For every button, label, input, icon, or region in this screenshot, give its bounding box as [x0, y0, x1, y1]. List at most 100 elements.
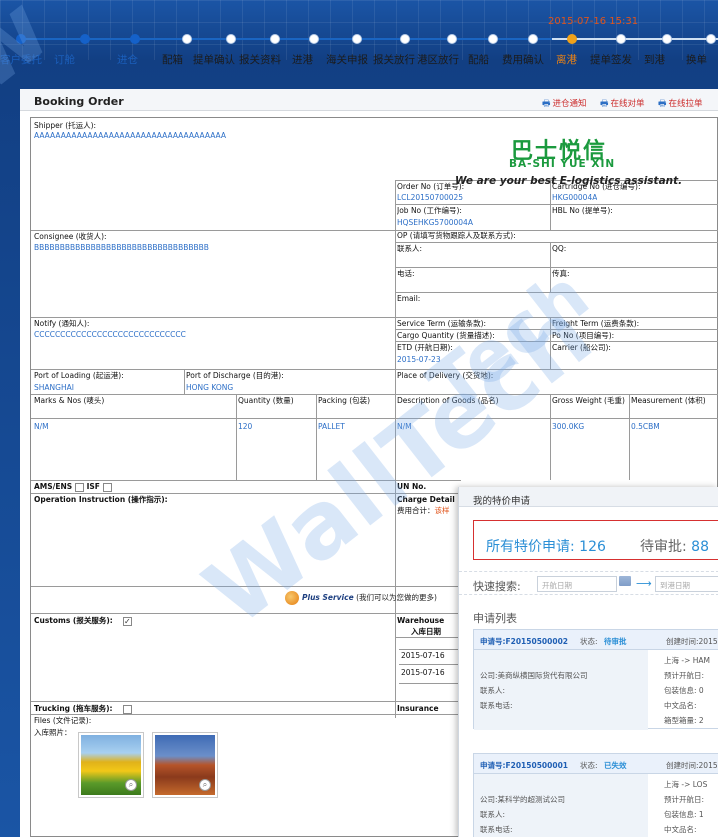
- charge-total-link[interactable]: 该样: [435, 506, 450, 515]
- step-8[interactable]: 报关放行: [373, 52, 415, 67]
- request-no[interactable]: 申请号:F20150500001: [480, 760, 568, 771]
- printer-icon: 🖶: [658, 99, 667, 109]
- service-term-label: Service Term (运输条款):: [397, 319, 487, 328]
- online-check-link[interactable]: 🖶 在线对单: [600, 96, 645, 112]
- cartridge-no-value: HKG00004A: [552, 193, 598, 202]
- calendar-icon[interactable]: [619, 576, 631, 586]
- timeline-dot: [616, 34, 626, 44]
- step-10[interactable]: 配船: [468, 52, 489, 67]
- freight-term-label: Freight Term (运费条款):: [552, 319, 640, 328]
- all-requests-stat[interactable]: 所有特价申请: 126: [486, 536, 606, 556]
- etd-label: ETD (开航日期):: [397, 343, 453, 352]
- timeline-dot: [182, 34, 192, 44]
- shipper-label: Shipper (托运人):: [34, 121, 97, 130]
- route-text: 上海 -> LOS: [664, 780, 708, 789]
- warehouse-photo-tulips[interactable]: ⌕: [78, 732, 144, 798]
- status-label: 状态:: [580, 637, 598, 646]
- route-text: 上海 -> HAM: [664, 656, 710, 665]
- timeline-dot: [447, 34, 457, 44]
- contact-label: 联系人:: [397, 244, 423, 253]
- request-card[interactable]: 申请号:F20150500001 状态: 已失效 创建时间:2015 公司:某科…: [473, 753, 718, 837]
- step-7[interactable]: 海关申报: [326, 52, 368, 67]
- isf-checkbox[interactable]: [102, 482, 112, 492]
- gross-weight-header: Gross Weight (毛重): [552, 396, 625, 405]
- job-no-label: Job No (工作编号):: [397, 206, 462, 215]
- zoom-icon[interactable]: ⌕: [199, 779, 211, 791]
- ams-checkbox[interactable]: [75, 482, 85, 492]
- un-no-label: UN No.: [397, 482, 427, 491]
- request-no[interactable]: 申请号:F20150500002: [480, 636, 568, 647]
- quantity-header: Quantity (数量): [238, 396, 294, 405]
- warehouse-col-header: 入库日期: [411, 627, 441, 636]
- measurement-value: 0.5CBM: [631, 422, 660, 431]
- created-time: 创建时间:2015: [666, 761, 718, 770]
- consignee-value: BBBBBBBBBBBBBBBBBBBBBBBBBBBBBBBBBB: [34, 243, 209, 252]
- warehouse-photo-desert[interactable]: ⌕: [152, 732, 218, 798]
- gross-weight-value: 300.0KG: [552, 422, 585, 431]
- end-date-input[interactable]: 到港日期: [655, 576, 718, 592]
- customs-label: Customs (报关服务): ✓: [34, 616, 132, 626]
- company-text: 公司:某科学的超测试公司: [480, 795, 566, 804]
- step-6[interactable]: 进港: [292, 52, 313, 67]
- timeline-dot: [488, 34, 498, 44]
- step-14[interactable]: 到港: [644, 52, 665, 67]
- timeline-dot: [528, 34, 538, 44]
- consignee-label: Consignee (收货人):: [34, 232, 107, 241]
- trucking-label: Trucking (拖车服务):: [34, 704, 132, 714]
- packing-value: PALLET: [318, 422, 345, 431]
- step-3[interactable]: 配箱: [162, 52, 183, 67]
- start-date-input[interactable]: 开航日期: [537, 576, 617, 592]
- step-13[interactable]: 提单签发: [590, 52, 632, 67]
- step-9[interactable]: 港区放行: [417, 52, 459, 67]
- etd-text: 预计开航日:: [664, 795, 705, 804]
- customs-checkbox[interactable]: ✓: [122, 616, 132, 626]
- search-label: 快速搜索:: [473, 580, 521, 593]
- step-5[interactable]: 报关资料: [239, 52, 281, 67]
- status-badge: 已失效: [604, 761, 627, 770]
- contact-text: 联系人:: [480, 686, 506, 695]
- pod-value: HONG KONG: [186, 383, 234, 392]
- company-logo-en: BA-SHI YUE XIN: [509, 158, 616, 170]
- step-4[interactable]: 提单确认: [193, 52, 235, 67]
- goods-text: 中文品名:: [664, 701, 697, 710]
- warehouse-date: 2015-07-16: [401, 668, 445, 677]
- step-15[interactable]: 换单: [686, 52, 707, 67]
- timeline-dot: [706, 34, 716, 44]
- warehouse-notice-link[interactable]: 🖶 进仓通知: [542, 96, 587, 112]
- online-pull-link[interactable]: 🖶 在线拉单: [658, 96, 703, 112]
- fax-label: 传真:: [552, 269, 570, 278]
- zoom-icon[interactable]: ⌕: [125, 779, 137, 791]
- op-label: OP (请填写货物跟踪人及联系方式):: [397, 231, 516, 240]
- request-card[interactable]: 申请号:F20150500002 状态: 待审批 创建时间:2015 公司:美商…: [473, 629, 718, 730]
- step-12[interactable]: 离港: [556, 52, 577, 67]
- step-2[interactable]: 进仓: [117, 52, 138, 67]
- special-price-popup: 我的特价申请 所有特价申请: 126 待审批: 88 快速搜索: 开航日期 ⟶ …: [458, 487, 718, 837]
- step-1[interactable]: 订舱: [54, 52, 75, 67]
- plus-service[interactable]: Plus Service (我们可以为您做的更多): [285, 591, 437, 605]
- timeline-progress: [20, 38, 552, 40]
- timeline-dot: [130, 34, 140, 44]
- stats-box: 所有特价申请: 126 待审批: 88: [473, 520, 718, 560]
- insurance-label: Insurance: [397, 704, 439, 713]
- printer-icon: 🖶: [542, 99, 551, 109]
- charge-label: Charge Detail (: [397, 495, 461, 504]
- popup-title: 我的特价申请: [473, 496, 531, 507]
- job-no-value: HQSEHKG5700004A: [397, 218, 473, 227]
- warehouse-label: Warehouse: [397, 616, 445, 625]
- hbl-no-label: HBL No (提单号):: [552, 206, 613, 215]
- package-text: 包装信息: 1: [664, 810, 704, 819]
- desert-image: ⌕: [155, 735, 215, 795]
- step-11[interactable]: 费用确认: [502, 52, 544, 67]
- trucking-checkbox[interactable]: [122, 704, 132, 714]
- carrier-label: Carrier (船公司):: [552, 343, 611, 352]
- timeline-dot: [226, 34, 236, 44]
- quick-search-row: 快速搜索: 开航日期 ⟶ 到港日期: [459, 571, 718, 595]
- pending-stat[interactable]: 待审批: 88: [640, 536, 709, 556]
- timeline-dot: [16, 34, 26, 44]
- container-text: 箱型箱量: 2: [664, 716, 704, 725]
- notify-value: CCCCCCCCCCCCCCCCCCCCCCCCCCCCC: [34, 330, 186, 339]
- step-0[interactable]: 客户委托: [0, 52, 42, 67]
- panel-header: Booking Order 🖶 进仓通知 🖶 在线对单 🖶 在线拉单: [20, 89, 718, 111]
- timeline-dot: [352, 34, 362, 44]
- timeline-dot: [400, 34, 410, 44]
